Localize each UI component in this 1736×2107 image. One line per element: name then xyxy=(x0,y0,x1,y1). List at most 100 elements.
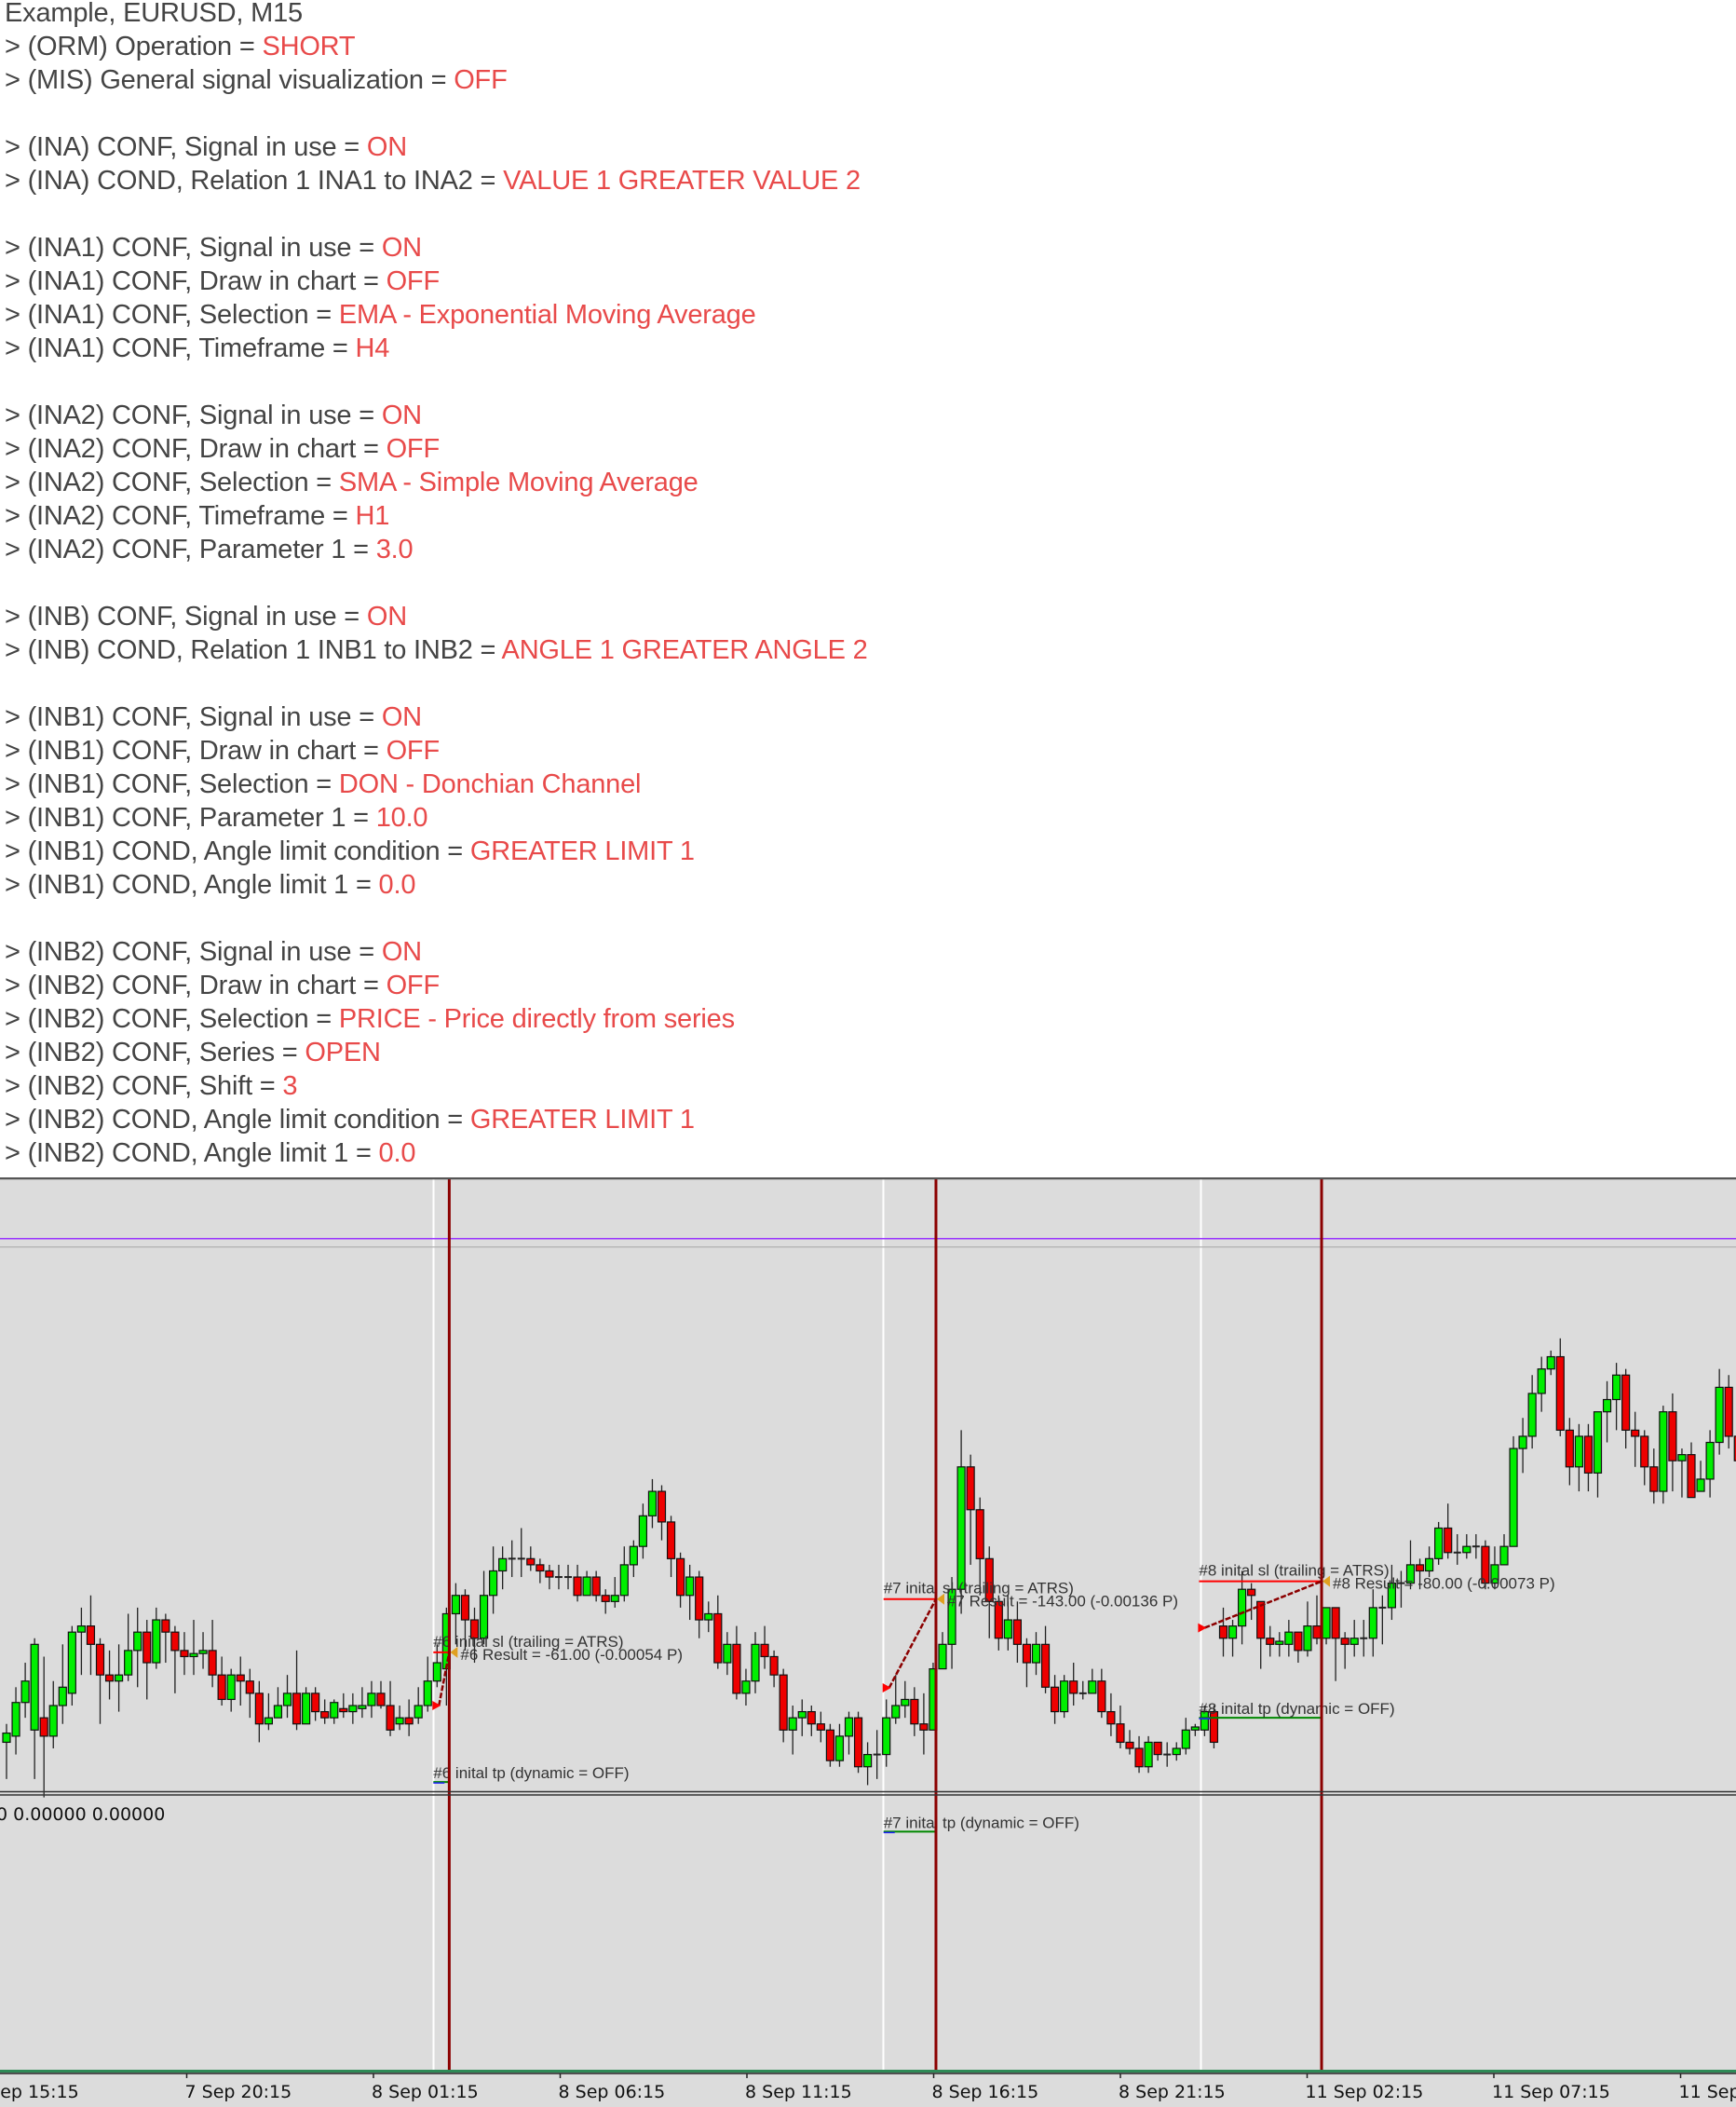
candle-body-bull xyxy=(862,1753,873,1768)
candle xyxy=(76,1607,87,1676)
candle xyxy=(1088,1668,1097,1694)
candle xyxy=(1574,1423,1584,1492)
setting-value: EMA - Exponential Moving Average xyxy=(338,300,756,330)
candle xyxy=(1724,1375,1733,1449)
candle-body-bear xyxy=(526,1557,536,1566)
candle-body-bull xyxy=(451,1595,460,1615)
candle-body-bear xyxy=(339,1707,348,1713)
candle-body-bull xyxy=(1527,1393,1537,1437)
candle-body-bull xyxy=(479,1595,489,1639)
setting-value: ON xyxy=(381,702,422,732)
candle xyxy=(339,1692,348,1719)
candle xyxy=(1040,1625,1051,1693)
trade-result-label: #8 Result = -80.00 (-0.00073 P) xyxy=(1333,1575,1555,1593)
candle-body-bear xyxy=(1724,1386,1733,1437)
setting-label: > (INB) CONF, Signal in use = xyxy=(5,602,367,632)
candle xyxy=(348,1692,358,1724)
candle-body-bull xyxy=(1509,1448,1518,1547)
setting-value: H1 xyxy=(355,501,390,531)
candle-body-bull xyxy=(1275,1640,1284,1645)
chart-canvas[interactable]: #6 inital sl (trailing = ATRS)#6 Result … xyxy=(0,1177,1736,2107)
setting-row: > (INB1) CONF, Signal in use = ON xyxy=(5,700,1728,734)
setting-value: 0.0 xyxy=(378,1138,416,1168)
setting-label: > (MIS) General signal visualization = xyxy=(5,65,454,95)
candle-body-bull xyxy=(1499,1545,1509,1566)
candle-body-bear xyxy=(732,1643,741,1694)
setting-label: > (INA2) CONF, Parameter 1 = xyxy=(5,535,376,564)
candle-body-bull xyxy=(1715,1386,1724,1444)
candle-body-bear xyxy=(666,1521,676,1559)
candle-body-bull xyxy=(1434,1527,1444,1559)
candle xyxy=(938,1632,947,1670)
candle xyxy=(1640,1430,1649,1486)
time-axis-label: 7 Sep 20:15 xyxy=(185,2082,292,2102)
candle-body-bear xyxy=(1022,1643,1032,1664)
candle xyxy=(1294,1631,1303,1664)
candle xyxy=(769,1650,779,1688)
candle-body-bull xyxy=(685,1576,695,1597)
setting-label: > (INA1) CONF, Draw in chart = xyxy=(5,266,387,296)
candle-body-bull xyxy=(198,1650,208,1654)
setting-label: > (INB1) CONF, Selection = xyxy=(5,769,339,799)
setting-row: > (INB1) CONF, Selection = DON - Donchia… xyxy=(5,768,1728,801)
candle xyxy=(1368,1589,1377,1657)
candle xyxy=(619,1546,629,1602)
candle-body-bear xyxy=(1247,1588,1256,1597)
candle-body-bull xyxy=(414,1705,423,1719)
candle-body-bull xyxy=(1172,1747,1181,1756)
candle-body-bear xyxy=(1069,1680,1078,1694)
candle-body-bull xyxy=(48,1705,58,1737)
candle xyxy=(488,1546,498,1614)
candle-body-bear xyxy=(1583,1435,1594,1474)
candle xyxy=(1125,1730,1134,1755)
candle xyxy=(1593,1411,1603,1498)
candle xyxy=(1649,1448,1659,1504)
candle xyxy=(1144,1735,1153,1774)
setting-value: OFF xyxy=(386,434,441,464)
candle xyxy=(1218,1607,1228,1657)
setting-row: > (INA2) CONF, Parameter 1 = 3.0 xyxy=(5,533,1728,566)
candle-body-bull xyxy=(11,1702,20,1737)
setting-value: OFF xyxy=(386,266,441,296)
candle xyxy=(788,1706,797,1755)
candle-body-bear xyxy=(1687,1454,1696,1499)
setting-label: > (INB1) CONF, Parameter 1 = xyxy=(5,803,376,833)
candle xyxy=(526,1546,536,1571)
candle xyxy=(152,1607,161,1669)
candle-body-bear xyxy=(675,1557,685,1597)
candle-body-bull xyxy=(330,1702,339,1719)
candle xyxy=(1078,1680,1087,1700)
setting-label: > (INB1) CONF, Signal in use = xyxy=(5,702,382,732)
candle xyxy=(675,1552,685,1608)
candle-body-bear xyxy=(1621,1374,1631,1431)
candle xyxy=(1631,1411,1640,1467)
time-axis-label: 8 Sep 21:15 xyxy=(1119,2082,1226,2102)
setting-value: 0.0 xyxy=(378,870,416,900)
candle xyxy=(536,1558,545,1584)
candle-body-bull xyxy=(1003,1619,1012,1639)
candle xyxy=(647,1478,658,1529)
candle xyxy=(217,1656,226,1706)
setting-label: > (INA1) CONF, Signal in use = xyxy=(5,233,382,263)
candle xyxy=(1696,1461,1705,1492)
candle-body-bear xyxy=(769,1655,779,1676)
price-chart[interactable]: #6 inital sl (trailing = ATRS) #6 Result … xyxy=(0,1177,1736,2107)
candle xyxy=(853,1711,863,1774)
candle xyxy=(1190,1723,1200,1736)
time-axis-label: 7 Sep 15:15 xyxy=(0,2082,79,2102)
candle xyxy=(1565,1418,1574,1486)
setting-value: OFF xyxy=(386,971,441,1000)
candle-body-bull xyxy=(1696,1478,1705,1492)
session-separators xyxy=(432,1179,1202,2071)
candle xyxy=(67,1625,76,1706)
candle xyxy=(1462,1534,1472,1559)
candle-body-bull xyxy=(891,1705,901,1719)
candle xyxy=(1349,1620,1359,1657)
setting-row: > (INB2) CONF, Draw in chart = OFF xyxy=(5,969,1728,1002)
candle-body-bull xyxy=(638,1515,648,1547)
candle xyxy=(180,1632,189,1676)
candle-body-bull xyxy=(1031,1643,1041,1664)
setting-label: > (INB1) COND, Angle limit 1 = xyxy=(5,870,379,900)
